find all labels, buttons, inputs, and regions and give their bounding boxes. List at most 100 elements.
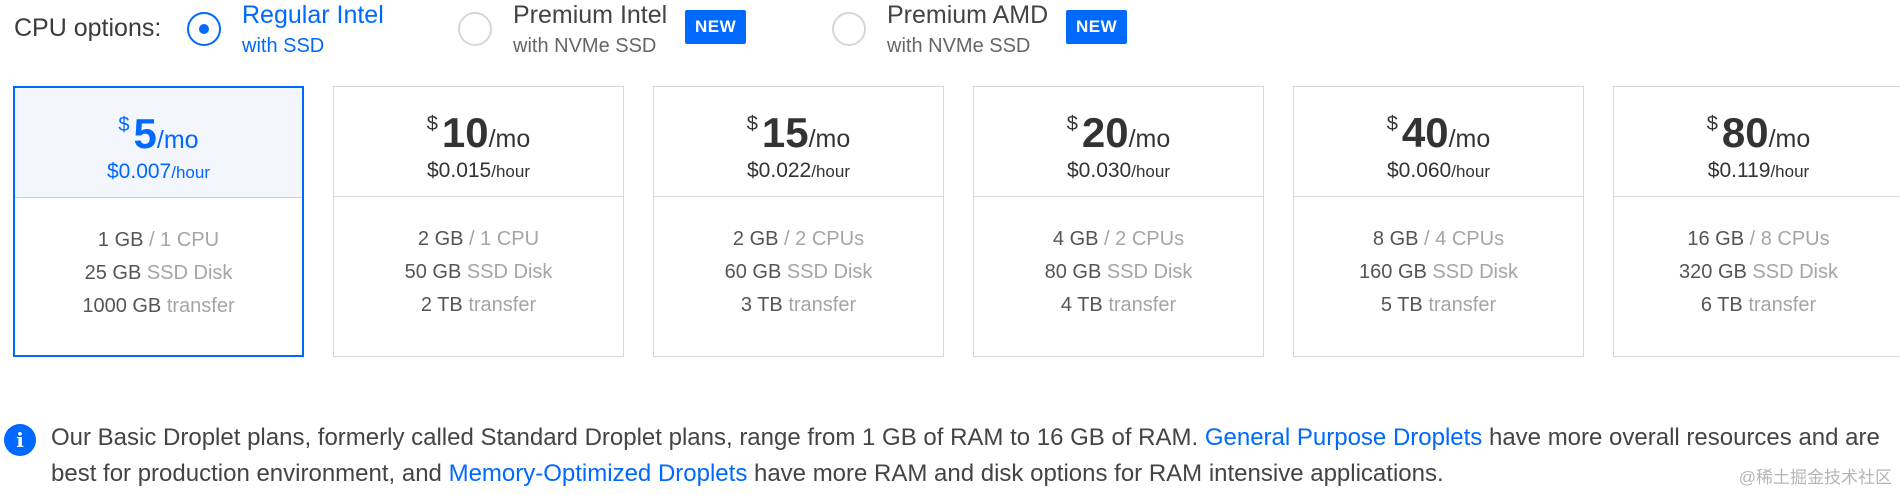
radio-unselected-icon[interactable] (832, 12, 866, 46)
cpu-options-label: CPU options: (14, 14, 162, 42)
hourly-unit: /hour (171, 163, 210, 182)
cpu-option-regular-intel[interactable]: Regular Intel with SSD (187, 0, 384, 62)
spec-disk: 160 GB SSD Disk (1294, 256, 1583, 289)
hourly-value: $0.022 (747, 159, 812, 182)
spec-transfer: 1000 GB transfer (15, 290, 302, 323)
disk-value: 320 GB (1679, 261, 1747, 283)
spec-memory-cpu: 16 GB / 8 CPUs (1614, 223, 1900, 256)
cpu-value: / 4 CPUs (1424, 228, 1505, 250)
hourly-unit: /hour (1131, 162, 1170, 181)
price-period: /mo (156, 126, 199, 154)
hourly-unit: /hour (811, 162, 850, 181)
price-amount: 80 (1721, 109, 1769, 156)
note-text: have more RAM and disk options for RAM i… (747, 460, 1444, 487)
disk-unit: SSD Disk (786, 261, 873, 283)
hourly-value: $0.060 (1387, 159, 1452, 182)
radio-selected-icon[interactable] (187, 12, 221, 46)
plan-specs: 2 GB / 1 CPU 50 GB SSD Disk 2 TB transfe… (334, 197, 623, 322)
plan-specs: 8 GB / 4 CPUs 160 GB SSD Disk 5 TB trans… (1294, 197, 1583, 322)
hourly-value: $0.007 (107, 160, 172, 183)
plan-price-section: $20/mo $0.030/hour (974, 87, 1263, 197)
spec-memory-cpu: 1 GB / 1 CPU (15, 224, 302, 257)
transfer-value: 4 TB (1060, 294, 1103, 316)
price-period: /mo (1768, 125, 1811, 153)
plan-price-section: $15/mo $0.022/hour (654, 87, 943, 197)
disk-value: 80 GB (1044, 261, 1102, 283)
transfer-value: 3 TB (740, 294, 783, 316)
transfer-value: 1000 GB (82, 295, 162, 317)
radio-unselected-icon[interactable] (458, 12, 492, 46)
plan-monthly-price: $40/mo (1294, 87, 1583, 156)
plan-card-15[interactable]: $15/mo $0.022/hour 2 GB / 2 CPUs 60 GB S… (653, 86, 944, 357)
disk-unit: SSD Disk (1752, 261, 1838, 283)
plan-price-section: $10/mo $0.015/hour (334, 87, 623, 197)
spec-memory-cpu: 2 GB / 1 CPU (334, 223, 623, 256)
spec-transfer: 4 TB transfer (974, 289, 1263, 322)
transfer-unit: transfer (1748, 294, 1817, 316)
cpu-options-row: CPU options: Regular Intel with SSD Prem… (0, 0, 1900, 70)
note-text: Our Basic Droplet plans, formerly called… (51, 424, 1205, 451)
plan-hourly-price: $0.030/hour (974, 159, 1263, 183)
hourly-value: $0.119 (1707, 159, 1771, 182)
disk-value: 60 GB (724, 261, 782, 283)
hourly-unit: /hour (1770, 162, 1810, 181)
plan-price-section: $40/mo $0.060/hour (1294, 87, 1583, 197)
transfer-unit: transfer (1428, 294, 1497, 316)
memory-value: 2 GB (417, 228, 464, 250)
spec-memory-cpu: 4 GB / 2 CPUs (974, 223, 1263, 256)
plan-specs: 1 GB / 1 CPU 25 GB SSD Disk 1000 GB tran… (15, 198, 302, 323)
plan-hourly-price: $0.119/hour (1614, 159, 1900, 183)
plan-specs: 4 GB / 2 CPUs 80 GB SSD Disk 4 TB transf… (974, 197, 1263, 322)
plan-price-section: $80/mo $0.119/hour (1614, 87, 1900, 197)
cpu-option-title: Regular Intel (242, 1, 384, 29)
cpu-option-premium-amd[interactable]: Premium AMD with NVMe SSD (832, 0, 1048, 62)
spec-memory-cpu: 8 GB / 4 CPUs (1294, 223, 1583, 256)
disk-unit: SSD Disk (466, 261, 553, 283)
spec-disk: 60 GB SSD Disk (654, 256, 943, 289)
spec-transfer: 3 TB transfer (654, 289, 943, 322)
memory-optimized-droplets-link[interactable]: Memory-Optimized Droplets (449, 460, 748, 487)
memory-value: 8 GB (1372, 228, 1419, 250)
cpu-option-title: Premium Intel (513, 1, 668, 29)
spec-transfer: 2 TB transfer (334, 289, 623, 322)
hourly-unit: /hour (491, 162, 530, 181)
watermark: @稀土掘金技术社区 (1738, 468, 1892, 487)
memory-value: 1 GB (97, 229, 144, 251)
spec-disk: 320 GB SSD Disk (1614, 256, 1900, 289)
transfer-value: 6 TB (1700, 294, 1743, 316)
plan-card-5[interactable]: $5/mo $0.007/hour 1 GB / 1 CPU 25 GB SSD… (13, 86, 304, 357)
cpu-value: / 2 CPUs (784, 228, 865, 250)
transfer-unit: transfer (788, 294, 857, 316)
plan-hourly-price: $0.015/hour (334, 159, 623, 183)
plan-card-20[interactable]: $20/mo $0.030/hour 4 GB / 2 CPUs 80 GB S… (973, 86, 1264, 357)
new-badge: NEW (685, 10, 747, 44)
memory-value: 2 GB (732, 228, 779, 250)
cpu-value: / 1 CPU (149, 229, 220, 251)
spec-disk: 50 GB SSD Disk (334, 256, 623, 289)
cpu-option-title: Premium AMD (887, 1, 1049, 29)
cpu-value: / 2 CPUs (1104, 228, 1185, 250)
cpu-option-premium-intel[interactable]: Premium Intel with NVMe SSD (458, 0, 667, 62)
price-amount: 15 (761, 109, 809, 156)
disk-unit: SSD Disk (146, 262, 233, 284)
currency-symbol: $ (426, 113, 438, 135)
disk-value: 50 GB (404, 261, 462, 283)
plan-hourly-price: $0.022/hour (654, 159, 943, 183)
hourly-unit: /hour (1451, 162, 1490, 181)
price-amount: 10 (441, 109, 489, 156)
disk-value: 160 GB (1359, 261, 1427, 283)
transfer-unit: transfer (468, 294, 537, 316)
disk-unit: SSD Disk (1106, 261, 1193, 283)
price-amount: 20 (1081, 109, 1129, 156)
price-amount: 40 (1401, 109, 1449, 156)
transfer-unit: transfer (166, 295, 235, 317)
price-period: /mo (808, 125, 851, 153)
price-period: /mo (1128, 125, 1171, 153)
spec-memory-cpu: 2 GB / 2 CPUs (654, 223, 943, 256)
plan-card-40[interactable]: $40/mo $0.060/hour 8 GB / 4 CPUs 160 GB … (1293, 86, 1584, 357)
plan-card-80[interactable]: $80/mo $0.119/hour 16 GB / 8 CPUs 320 GB… (1613, 86, 1900, 357)
general-purpose-droplets-link[interactable]: General Purpose Droplets (1205, 424, 1482, 451)
memory-value: 16 GB (1687, 228, 1745, 250)
currency-symbol: $ (746, 113, 758, 135)
plan-card-10[interactable]: $10/mo $0.015/hour 2 GB / 1 CPU 50 GB SS… (333, 86, 624, 357)
